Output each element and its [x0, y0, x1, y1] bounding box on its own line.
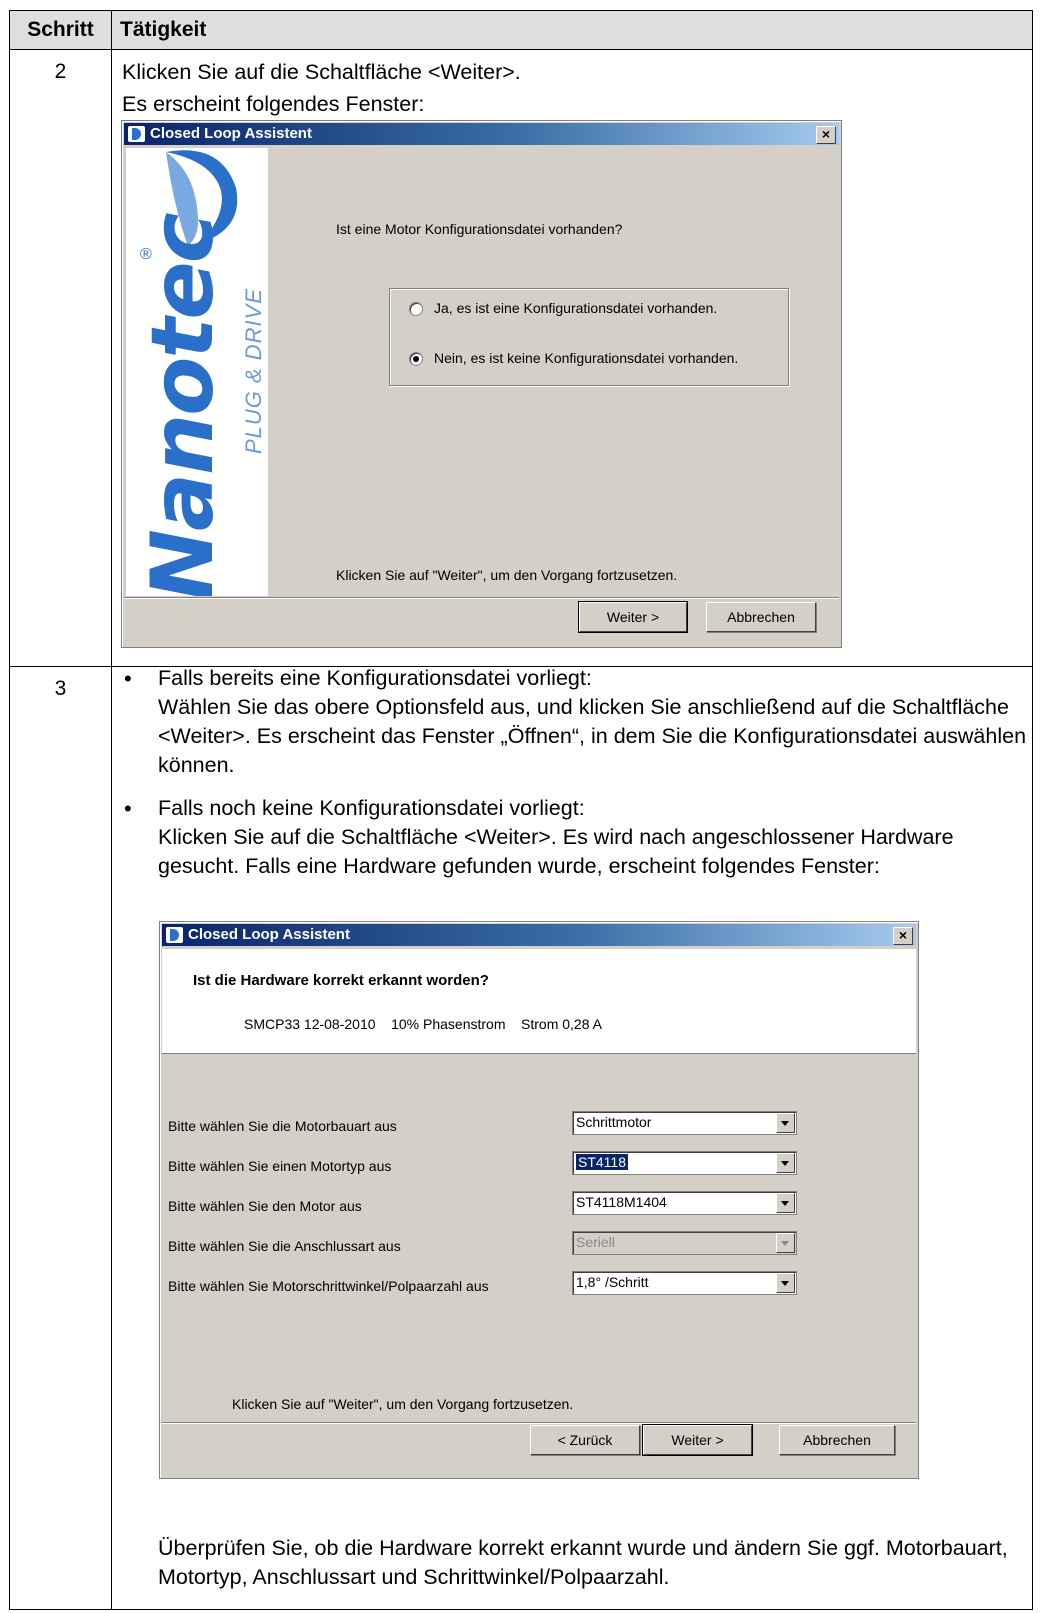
row3-bullet-list: Falls bereits eine Konfigurationsdatei v… [112, 664, 1027, 881]
footer-hint: Klicken Sie auf "Weiter", um den Vorgang… [336, 567, 678, 583]
hardware-question: Ist die Hardware korrekt erkannt worden? [193, 972, 489, 989]
field-label-motor: Bitte wählen Sie den Motor aus [168, 1198, 362, 1214]
dialog2-titlebar[interactable]: Closed Loop Assistent × [162, 924, 916, 946]
nanotec-app-icon [128, 126, 145, 142]
motortyp-select[interactable]: ST4118 [572, 1151, 797, 1175]
header-panel [162, 949, 916, 1054]
motor-select[interactable]: ST4118M1404 [572, 1191, 797, 1215]
header-step: Schritt [9, 10, 112, 50]
header-activity: Tätigkeit [111, 10, 1033, 50]
next-button[interactable]: Weiter > [578, 601, 688, 633]
chevron-down-icon[interactable] [776, 1153, 795, 1173]
dialog-title: Closed Loop Assistent [150, 125, 312, 142]
back-button[interactable]: < Zurück [530, 1425, 640, 1455]
nanotec-logo-panel: ® Nanotec PLUG & DRIVE [126, 148, 268, 596]
field-label-motortyp: Bitte wählen Sie einen Motortyp aus [168, 1158, 392, 1174]
close-button[interactable]: × [893, 927, 913, 945]
step-number-2: 2 [9, 49, 112, 667]
anschlussart-select: Seriell [572, 1231, 797, 1255]
radio-yes[interactable] [409, 302, 423, 316]
bullet1-heading: Falls bereits eine Konfigurationsdatei v… [158, 666, 592, 690]
bullet1-body: Wählen Sie das obere Optionsfeld aus, un… [158, 695, 1027, 777]
motorbauart-select[interactable]: Schrittmotor [572, 1111, 797, 1135]
hardware-info: SMCP33 12-08-2010 10% Phasenstrom Strom … [244, 1016, 602, 1032]
cancel-button[interactable]: Abbrechen [706, 602, 816, 632]
separator [162, 1422, 916, 1424]
row2-intro: Es erscheint folgendes Fenster: [122, 92, 425, 116]
step-number-3: 3 [9, 666, 112, 1610]
bullet-no-config: Falls noch keine Konfigurationsdatei vor… [112, 794, 1027, 881]
radio-no[interactable] [409, 352, 423, 366]
chevron-down-icon[interactable] [776, 1113, 795, 1133]
field-label-motorbauart: Bitte wählen Sie die Motorbauart aus [168, 1118, 397, 1134]
schrittwinkel-select[interactable]: 1,8° /Schritt [572, 1271, 797, 1295]
footer-hint: Klicken Sie auf "Weiter", um den Vorgang… [232, 1396, 574, 1412]
dialog-titlebar[interactable]: Closed Loop Assistent × [124, 123, 839, 145]
anschlussart-value: Seriell [576, 1234, 615, 1250]
motorbauart-value: Schrittmotor [576, 1114, 652, 1130]
separator [124, 597, 839, 599]
dialog2-title: Closed Loop Assistent [188, 926, 350, 943]
chevron-down-icon[interactable] [776, 1273, 795, 1293]
schrittwinkel-value: 1,8° /Schritt [576, 1274, 649, 1290]
field-label-schrittwinkel: Bitte wählen Sie Motorschrittwinkel/Polp… [168, 1278, 489, 1294]
close-button[interactable]: × [816, 126, 836, 144]
motortyp-value: ST4118 [576, 1154, 628, 1170]
question-label: Ist eine Motor Konfigurationsdatei vorha… [336, 221, 623, 237]
field-label-anschlussart: Bitte wählen Sie die Anschlussart aus [168, 1238, 401, 1254]
radio-no-label[interactable]: Nein, es ist keine Konfigurationsdatei v… [434, 350, 738, 366]
chevron-down-icon[interactable] [776, 1193, 795, 1213]
bullet2-body: Klicken Sie auf die Schaltfläche <Weiter… [158, 825, 954, 878]
bullet-existing-config: Falls bereits eine Konfigurationsdatei v… [112, 664, 1027, 780]
closing-instruction: Überprüfen Sie, ob die Hardware korrekt … [158, 1536, 1008, 1589]
logo-tagline: PLUG & DRIVE [241, 287, 266, 455]
motor-value: ST4118M1404 [576, 1194, 667, 1210]
row2-instruction: Klicken Sie auf die Schaltfläche <Weiter… [122, 60, 521, 84]
next-button[interactable]: Weiter > [642, 1424, 753, 1456]
chevron-down-icon [776, 1233, 795, 1253]
radio-yes-label[interactable]: Ja, es ist eine Konfigurationsdatei vorh… [434, 300, 717, 316]
cancel-button[interactable]: Abbrechen [779, 1425, 895, 1455]
bullet2-heading: Falls noch keine Konfigurationsdatei vor… [158, 796, 585, 820]
logo-wordmark: Nanotec [133, 214, 233, 596]
dialog-config-file: Closed Loop Assistent × ® Nanotec PLUG &… [121, 120, 842, 648]
dialog-hardware-detect: Closed Loop Assistent × Ist die Hardware… [159, 921, 919, 1479]
nanotec-app-icon [166, 927, 183, 943]
